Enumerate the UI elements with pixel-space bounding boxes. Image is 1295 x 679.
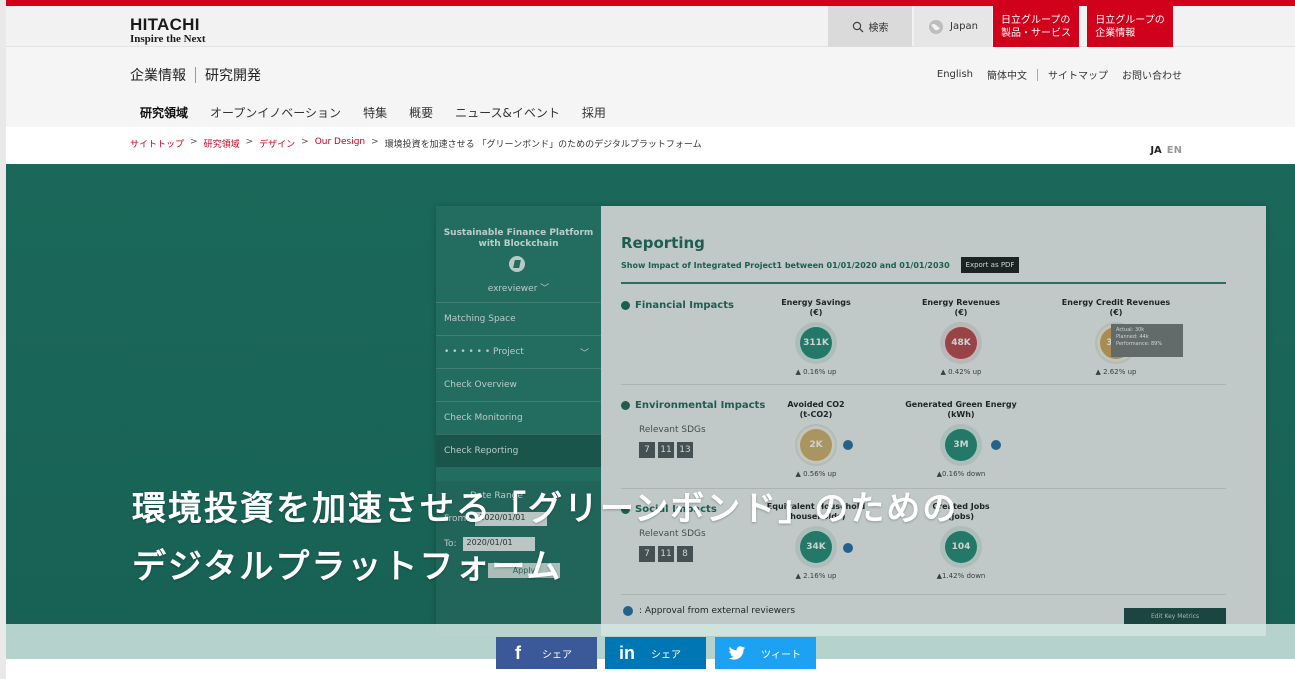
twitter-share-button[interactable]: ツィート <box>715 637 816 669</box>
nav-overview[interactable]: 概要 <box>409 104 433 121</box>
global-nav: 研究領域 オープンイノベーション 特集 概要 ニュース&イベント 採用 <box>140 104 606 121</box>
site-title: 企業情報 研究開発 <box>130 65 261 85</box>
link-sitemap[interactable]: サイトマップ <box>1048 67 1108 82</box>
nav-open-innovation[interactable]: オープンイノベーション <box>210 104 341 121</box>
hero-title: 環境投資を加速させる「グリーンボンド」のための デジタルプラットフォーム <box>132 480 958 596</box>
nav-research-areas[interactable]: 研究領域 <box>140 104 188 121</box>
hitachi-logo[interactable]: HITACHI Inspire the Next <box>130 16 206 45</box>
breadcrumb-research-areas[interactable]: 研究領域 <box>204 137 240 150</box>
twitter-share-label: ツィート <box>761 649 801 661</box>
globe-icon <box>929 19 944 34</box>
link-english[interactable]: English <box>937 69 973 80</box>
logo-wordmark: HITACHI <box>130 15 200 34</box>
language-switcher: JA EN <box>1150 145 1182 156</box>
region-label: Japan <box>950 21 978 32</box>
breadcrumb-bar: サイトトップ > 研究領域 > デザイン > Our Design > 環境投資… <box>6 127 1295 164</box>
search-icon <box>852 21 863 32</box>
breadcrumb-separator: > <box>301 137 309 147</box>
breadcrumb-current: 環境投資を加速させる 「グリーンボンド」のためのデジタルプラットフォーム <box>384 140 702 150</box>
breadcrumb-our-design[interactable]: Our Design <box>315 137 365 150</box>
nav-news-events[interactable]: ニュース&イベント <box>455 104 560 121</box>
group-corporate-label: 日立グループの 企業情報 <box>1095 14 1165 39</box>
breadcrumb-design[interactable]: デザイン <box>259 137 295 150</box>
logo-tagline: Inspire the Next <box>130 33 206 45</box>
group-products-link[interactable]: 日立グループの 製品・サービス <box>993 6 1079 47</box>
top-utility-bar: HITACHI Inspire the Next 検索 Japan 日立グループ… <box>6 6 1295 47</box>
hero-section: Sustainable Finance Platform with Blockc… <box>6 164 1295 659</box>
breadcrumb: サイトトップ > 研究領域 > デザイン > Our Design > 環境投資… <box>130 137 702 150</box>
lang-en[interactable]: EN <box>1167 145 1182 156</box>
facebook-share-button[interactable]: f シェア <box>496 637 597 669</box>
utility-divider <box>1037 68 1038 81</box>
nav-features[interactable]: 特集 <box>363 104 387 121</box>
hero-title-line2: デジタルプラットフォーム <box>132 547 563 587</box>
breadcrumb-site-top[interactable]: サイトトップ <box>130 137 184 150</box>
search-label: 検索 <box>868 23 889 34</box>
group-corporate-link[interactable]: 日立グループの 企業情報 <box>1087 6 1173 47</box>
site-title-corporate[interactable]: 企業情報 <box>130 65 186 85</box>
search-button[interactable]: 検索 <box>828 6 912 47</box>
group-products-label: 日立グループの 製品・サービス <box>1001 14 1071 39</box>
nav-careers[interactable]: 採用 <box>582 104 606 121</box>
utility-links: English 簡体中文 サイトマップ お問い合わせ <box>937 67 1182 82</box>
linkedin-share-label: シェア <box>651 649 681 661</box>
facebook-share-label: シェア <box>542 649 572 661</box>
breadcrumb-separator: > <box>245 137 254 147</box>
breadcrumb-separator: > <box>371 137 379 147</box>
facebook-icon: f <box>515 642 521 663</box>
twitter-bird-icon <box>728 645 746 660</box>
link-contact[interactable]: お問い合わせ <box>1122 67 1182 82</box>
title-divider <box>195 67 196 83</box>
hero-title-line1: 環境投資を加速させる「グリーンボンド」のための <box>132 489 959 529</box>
site-header: 企業情報 研究開発 English 簡体中文 サイトマップ お問い合わせ 研究領… <box>6 47 1295 127</box>
lang-ja[interactable]: JA <box>1150 145 1161 156</box>
linkedin-share-button[interactable]: in シェア <box>605 637 706 669</box>
link-chinese[interactable]: 簡体中文 <box>987 67 1027 82</box>
linkedin-icon: in <box>619 642 635 663</box>
site-title-rnd[interactable]: 研究開発 <box>205 65 261 85</box>
region-button[interactable]: Japan <box>914 6 992 47</box>
breadcrumb-separator: > <box>190 137 198 147</box>
